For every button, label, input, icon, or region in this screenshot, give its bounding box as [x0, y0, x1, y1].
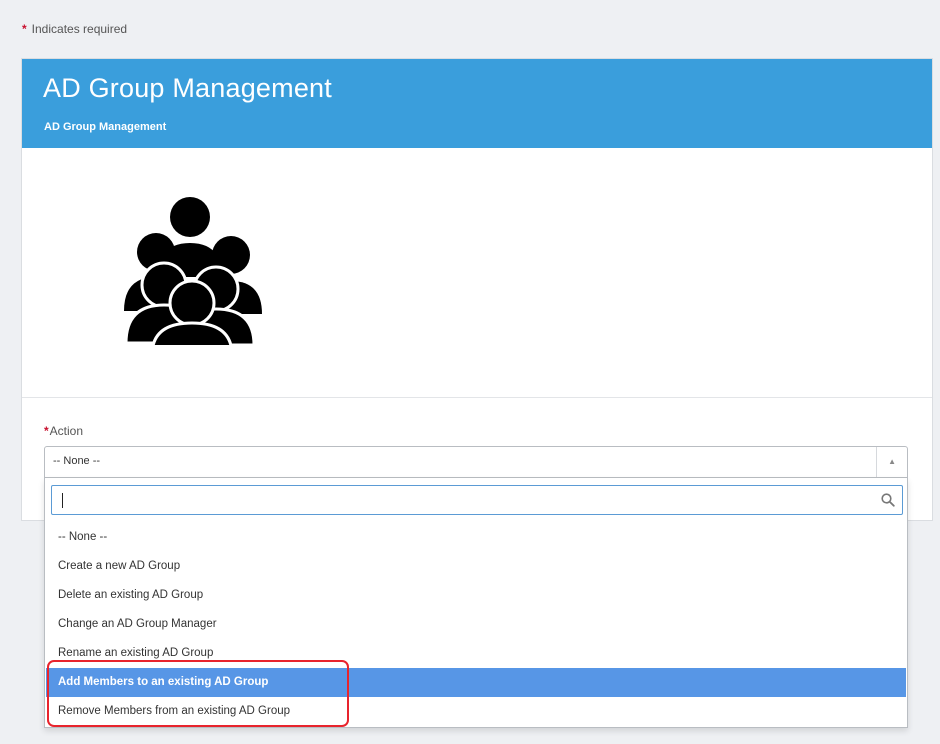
dropdown-options-list: -- None -- Create a new AD Group Delete …: [46, 523, 906, 726]
required-star: *: [22, 22, 27, 36]
users-group-icon: [124, 197, 262, 345]
option-rename-group[interactable]: Rename an existing AD Group: [46, 639, 906, 668]
action-required-star: *: [44, 424, 49, 438]
page-title: AD Group Management: [43, 73, 332, 103]
select-arrow-button[interactable]: ▲: [876, 447, 907, 477]
chevron-up-icon: ▲: [888, 457, 896, 466]
text-caret: [62, 493, 63, 508]
page-subtitle: AD Group Management: [44, 121, 167, 133]
option-change-manager[interactable]: Change an AD Group Manager: [46, 610, 906, 639]
option-remove-members[interactable]: Remove Members from an existing AD Group: [46, 697, 906, 726]
section-divider: [22, 397, 932, 398]
option-create-group[interactable]: Create a new AD Group: [46, 552, 906, 581]
option-add-members[interactable]: Add Members to an existing AD Group: [46, 668, 906, 697]
action-label: *Action: [44, 424, 83, 438]
action-select[interactable]: -- None -- ▲: [44, 446, 908, 478]
required-note-text: Indicates required: [31, 22, 128, 36]
page: * Indicates required AD Group Management …: [0, 0, 940, 744]
option-none[interactable]: -- None --: [46, 523, 906, 552]
option-delete-group[interactable]: Delete an existing AD Group: [46, 581, 906, 610]
action-label-text: Action: [49, 424, 84, 438]
action-select-value: -- None --: [53, 455, 101, 467]
action-dropdown: -- None -- Create a new AD Group Delete …: [44, 478, 908, 728]
search-icon: [881, 493, 895, 507]
card-header: AD Group Management AD Group Management: [22, 59, 932, 148]
required-note: * Indicates required: [22, 22, 127, 36]
dropdown-search-input[interactable]: [51, 485, 903, 515]
